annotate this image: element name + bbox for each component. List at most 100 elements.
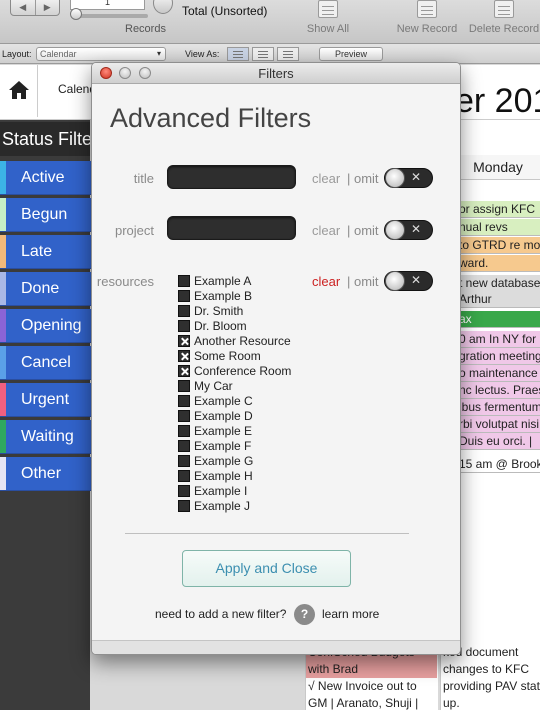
checkbox-icon[interactable] (178, 470, 190, 482)
status-filter-title: Status Filter (0, 122, 90, 156)
calendar-event[interactable]: o maintenance (457, 365, 540, 382)
show-all-label: Show All (306, 23, 350, 35)
calendar-event[interactable]: ax (457, 311, 540, 328)
preview-button[interactable]: Preview (319, 47, 383, 61)
record-number-field[interactable]: 1 (70, 0, 145, 10)
layout-select[interactable]: Calendar ▾ (36, 47, 166, 61)
dialog-titlebar[interactable]: Filters (92, 63, 460, 84)
checkbox-icon[interactable] (178, 485, 190, 497)
resource-label: Example H (194, 469, 253, 483)
calendar-event[interactable]: rbi volutpat nisi (457, 416, 540, 433)
calendar-event[interactable]: GM | Aranato, Shuji | (306, 695, 437, 710)
checkbox-icon[interactable] (178, 440, 190, 452)
checkbox-icon[interactable] (178, 425, 190, 437)
calendar-event[interactable]: providing PAV stat (441, 678, 540, 695)
calendar-event[interactable]: Duis eu orci. | (457, 433, 540, 450)
title-clear-link[interactable]: clear (312, 171, 340, 186)
project-clear-link[interactable]: clear (312, 223, 340, 238)
title-filter-input[interactable] (167, 165, 296, 189)
record-slider-knob[interactable] (70, 8, 82, 20)
resource-label: My Car (194, 379, 233, 393)
layout-label: Layout: (2, 49, 32, 59)
view-as-list-button[interactable] (252, 47, 274, 61)
day-header: Monday (456, 155, 540, 180)
view-as-label: View As: (185, 49, 220, 59)
status-item-late[interactable]: Late (0, 235, 92, 269)
record-slider[interactable] (72, 14, 148, 18)
calendar-event[interactable]: gration meeting (457, 348, 540, 365)
view-as-form-button[interactable] (227, 47, 249, 61)
home-button[interactable] (0, 65, 38, 117)
status-color-swatch (0, 457, 6, 490)
status-item-done[interactable]: Done (0, 272, 92, 306)
calendar-event[interactable]: ibus fermentum (457, 399, 540, 416)
learn-more-link[interactable]: learn more (322, 607, 379, 621)
status-color-swatch (0, 198, 6, 231)
checkbox-icon[interactable] (178, 320, 190, 332)
project-omit-label: | omit (347, 223, 379, 238)
resources-omit-label: | omit (347, 274, 379, 289)
checkbox-icon[interactable] (178, 380, 190, 392)
calendar-event[interactable]: nc lectus. Praes (457, 382, 540, 399)
calendar-event[interactable]: to GTRD re mo (457, 237, 540, 254)
record-nav-buttons[interactable]: ◀ ▶ (10, 0, 60, 16)
status-item-label: Late (21, 243, 53, 260)
dialog-footer (92, 640, 460, 654)
show-all-icon (318, 0, 338, 18)
resource-label: Another Resource (194, 334, 291, 348)
status-item-active[interactable]: Active (0, 161, 92, 195)
checkbox-icon[interactable] (178, 275, 190, 287)
calendar-event[interactable]: nual revs (457, 219, 540, 236)
apply-and-close-button[interactable]: Apply and Close (182, 550, 351, 587)
status-color-swatch (0, 383, 6, 416)
calendar-event[interactable]: with Brad (306, 661, 437, 678)
status-item-cancel[interactable]: Cancel (0, 346, 92, 380)
checkbox-checked-icon[interactable] (178, 335, 190, 347)
checkbox-icon[interactable] (178, 305, 190, 317)
calendar-event[interactable]: Arthur (457, 291, 540, 308)
calendar-event[interactable]: t new database (457, 275, 540, 292)
dialog-title: Filters (258, 66, 294, 81)
checkbox-icon[interactable] (178, 455, 190, 467)
checkbox-icon[interactable] (178, 410, 190, 422)
calendar-event[interactable]: up. (441, 695, 540, 710)
checkbox-checked-icon[interactable] (178, 350, 190, 362)
delete-record-button[interactable]: Delete Record (468, 0, 540, 40)
resources-filter-label: resources (96, 274, 154, 289)
title-omit-toggle[interactable]: ✕ (384, 168, 433, 188)
project-omit-toggle[interactable]: ✕ (384, 220, 433, 240)
status-item-other[interactable]: Other (0, 457, 92, 491)
resource-label: Dr. Bloom (194, 319, 247, 333)
resources-omit-toggle[interactable]: ✕ (384, 271, 433, 291)
status-item-begun[interactable]: Begun (0, 198, 92, 232)
resource-label: Example G (194, 454, 254, 468)
checkbox-icon[interactable] (178, 500, 190, 512)
prev-record-icon[interactable]: ◀ (11, 0, 36, 15)
checkbox-checked-icon[interactable] (178, 365, 190, 377)
calendar-event[interactable]: 0 am In NY for (457, 331, 540, 348)
status-item-label: Cancel (21, 354, 71, 371)
calendar-event[interactable]: changes to KFC (441, 661, 540, 678)
calendar-event[interactable]: or assign KFC (457, 201, 540, 218)
checkbox-icon[interactable] (178, 290, 190, 302)
project-filter-input[interactable] (167, 216, 296, 240)
status-item-waiting[interactable]: Waiting (0, 420, 92, 454)
status-item-opening[interactable]: Opening (0, 309, 92, 343)
toggle-knob (385, 168, 405, 188)
status-item-label: Urgent (21, 391, 70, 408)
resource-label: Example B (194, 289, 253, 303)
pie-chart-button[interactable] (153, 0, 173, 14)
status-item-label: Other (21, 465, 62, 482)
next-record-icon[interactable]: ▶ (36, 0, 60, 15)
resources-clear-link[interactable]: clear (312, 274, 340, 289)
view-as-table-button[interactable] (277, 47, 299, 61)
show-all-button[interactable]: Show All (302, 0, 354, 40)
status-item-urgent[interactable]: Urgent (0, 383, 92, 417)
status-color-swatch (0, 420, 6, 453)
new-record-button[interactable]: New Record (394, 0, 460, 40)
calendar-event[interactable]: ward. (457, 255, 540, 272)
calendar-event[interactable]: √ New Invoice out to (306, 678, 437, 695)
help-icon[interactable]: ? (294, 604, 315, 625)
calendar-event[interactable]: 15 am @ Brook (457, 456, 540, 473)
checkbox-icon[interactable] (178, 395, 190, 407)
